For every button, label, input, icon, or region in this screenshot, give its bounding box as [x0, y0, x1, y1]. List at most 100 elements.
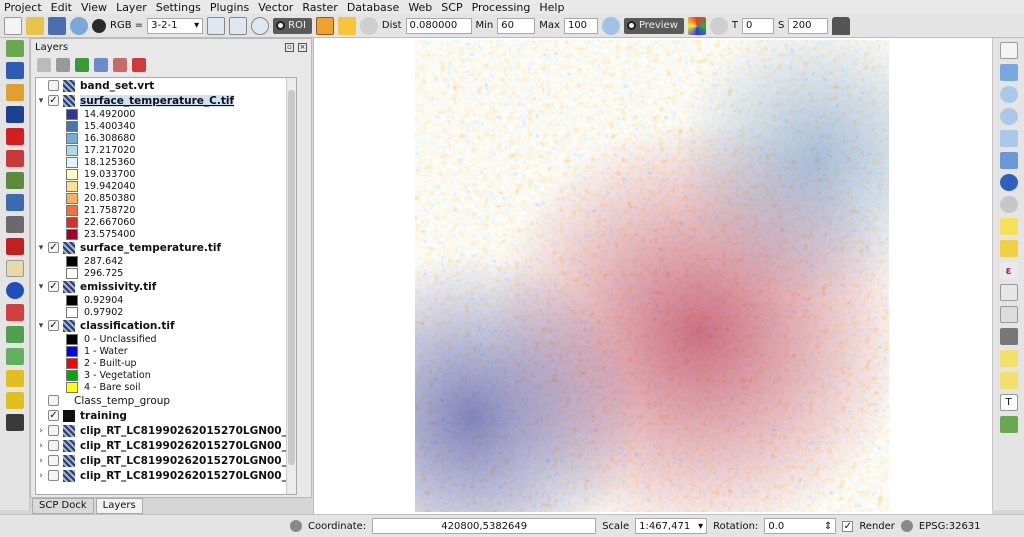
crs-label[interactable]: EPSG:32631	[919, 521, 981, 532]
edit-raster-icon[interactable]	[5, 414, 24, 431]
layer-visibility-checkbox[interactable]	[48, 455, 59, 466]
collapse-all-icon[interactable]	[113, 58, 127, 72]
menu-item-layer[interactable]: Layer	[116, 1, 147, 14]
reset-roi-icon[interactable]	[359, 16, 378, 35]
tab-scp-dock[interactable]: SCP Dock	[32, 498, 94, 514]
layer-row[interactable]: Class_temp_group	[36, 393, 296, 408]
layer-visibility-checkbox[interactable]: ✓	[48, 320, 59, 331]
zoom-layer-icon[interactable]	[999, 152, 1018, 169]
add-roi-icon[interactable]	[337, 16, 356, 35]
zoom-preview-icon[interactable]	[601, 16, 620, 35]
reclassification-icon[interactable]	[5, 392, 24, 409]
measure-icon[interactable]	[999, 328, 1018, 345]
remove-layer-icon[interactable]	[132, 58, 146, 72]
layer-row[interactable]: › clip_RT_LC81990262015270LGN00_B2.tif	[36, 423, 296, 438]
layer-row[interactable]: › clip_RT_LC81990262015270LGN00_B5.tif	[36, 468, 296, 483]
layer-row[interactable]: › clip_RT_LC81990262015270LGN00_B3.tif	[36, 438, 296, 453]
export-icon[interactable]	[5, 128, 24, 145]
expression-icon[interactable]: ε	[999, 262, 1018, 279]
preview-toggle-button[interactable]: Preview	[623, 17, 684, 34]
text-annotation-icon[interactable]: T	[999, 394, 1018, 411]
zoom-in-icon[interactable]	[999, 86, 1018, 103]
min-input[interactable]: 60	[497, 17, 536, 34]
layer-row[interactable]: ✓ training	[36, 408, 296, 423]
manual-icon[interactable]	[5, 260, 24, 277]
add-raster-icon[interactable]	[5, 84, 24, 101]
classification-to-vector-icon[interactable]	[5, 370, 24, 387]
redo-preview-icon[interactable]	[709, 16, 728, 35]
pan-to-selection-icon[interactable]	[999, 64, 1018, 81]
band-combination-icon[interactable]	[92, 18, 106, 33]
layer-visibility-checkbox[interactable]	[48, 395, 59, 406]
menu-item-view[interactable]: View	[81, 1, 107, 14]
map-tips-icon[interactable]	[999, 350, 1018, 367]
layer-row[interactable]: ▾ ✓ surface_temperature.tif	[36, 240, 296, 255]
dist-input[interactable]: 0.080000	[405, 17, 472, 34]
layer-visibility-checkbox[interactable]	[48, 470, 59, 481]
max-input[interactable]: 100	[563, 17, 598, 34]
deselect-icon[interactable]	[999, 240, 1018, 257]
import-icon[interactable]	[5, 106, 24, 123]
roi-tool-icon[interactable]	[207, 16, 226, 35]
layer-visibility-checkbox[interactable]	[48, 425, 59, 436]
select-features-icon[interactable]	[999, 218, 1018, 235]
field-calculator-icon[interactable]	[999, 306, 1018, 323]
classification-report-icon[interactable]	[5, 348, 24, 365]
menu-item-database[interactable]: Database	[347, 1, 400, 14]
expand-all-icon[interactable]	[94, 58, 108, 72]
band-calc-icon[interactable]	[5, 150, 24, 167]
zoom-full-icon[interactable]	[70, 16, 88, 35]
layer-row[interactable]: band_set.vrt	[36, 78, 296, 93]
scatter-plot-icon[interactable]	[5, 194, 24, 211]
layer-visibility-checkbox[interactable]: ✓	[48, 410, 59, 421]
zoom-full-extent-icon[interactable]	[999, 130, 1018, 147]
rgb-select[interactable]: 3-2-1 ▾	[147, 17, 204, 34]
layer-tree-scrollbar[interactable]	[286, 78, 296, 494]
tools-icon[interactable]	[5, 216, 24, 233]
render-checkbox[interactable]: ✓	[842, 520, 854, 532]
preprocessing-icon[interactable]	[5, 238, 24, 255]
coordinate-field[interactable]: 420800,5382649	[372, 518, 597, 534]
menu-item-raster[interactable]: Raster	[302, 1, 337, 14]
tab-layers[interactable]: Layers	[95, 498, 143, 514]
action-icon[interactable]	[999, 196, 1018, 213]
classification-preview-icon[interactable]	[687, 16, 706, 35]
remove-temp-files-icon[interactable]	[832, 16, 851, 35]
layer-visibility-checkbox[interactable]: ✓	[48, 95, 59, 106]
pan-icon[interactable]	[999, 42, 1018, 59]
scrollbar-thumb[interactable]	[288, 90, 295, 465]
layer-row[interactable]: ▾ ✓ classification.tif	[36, 318, 296, 333]
attribute-table-icon[interactable]	[999, 284, 1018, 301]
expand-right-icon[interactable]: ›	[36, 441, 46, 451]
menu-item-web[interactable]: Web	[408, 1, 432, 14]
menu-item-processing[interactable]: Processing	[472, 1, 531, 14]
html-annotation-icon[interactable]	[999, 416, 1018, 433]
roi-toggle-button[interactable]: ROI	[273, 17, 312, 34]
annotation-icon[interactable]	[999, 372, 1018, 389]
scale-select[interactable]: 1:467,471 ▾	[635, 518, 708, 534]
spectral-plot-icon[interactable]	[5, 172, 24, 189]
layer-visibility-checkbox[interactable]	[48, 440, 59, 451]
identify-icon[interactable]	[999, 174, 1018, 191]
open-project-icon[interactable]	[26, 16, 44, 35]
add-layer-icon[interactable]	[5, 62, 24, 79]
land-cover-change-icon[interactable]	[5, 326, 24, 343]
expand-right-icon[interactable]: ›	[36, 456, 46, 466]
layer-visibility-checkbox[interactable]	[48, 80, 59, 91]
layer-visibility-checkbox[interactable]: ✓	[48, 281, 59, 292]
data-source-manager-icon[interactable]	[5, 40, 24, 57]
add-group-icon[interactable]	[56, 58, 70, 72]
layer-row[interactable]: ▾ ✓ surface_temperature_C.tif	[36, 93, 296, 108]
crs-icon[interactable]	[900, 520, 913, 532]
expand-down-icon[interactable]: ▾	[36, 96, 46, 106]
expand-down-icon[interactable]: ▾	[36, 321, 46, 331]
menu-item-settings[interactable]: Settings	[156, 1, 201, 14]
expand-down-icon[interactable]: ▾	[36, 282, 46, 292]
menu-item-project[interactable]: Project	[4, 1, 42, 14]
rotation-input[interactable]: 0.0 ⇕	[764, 518, 837, 534]
zoom-roi-icon[interactable]	[251, 16, 270, 35]
layer-row[interactable]: ▾ ✓ emissivity.tif	[36, 279, 296, 294]
zoom-out-icon[interactable]	[999, 108, 1018, 125]
s-input[interactable]: 200	[788, 17, 829, 34]
map-canvas[interactable]	[313, 38, 992, 514]
